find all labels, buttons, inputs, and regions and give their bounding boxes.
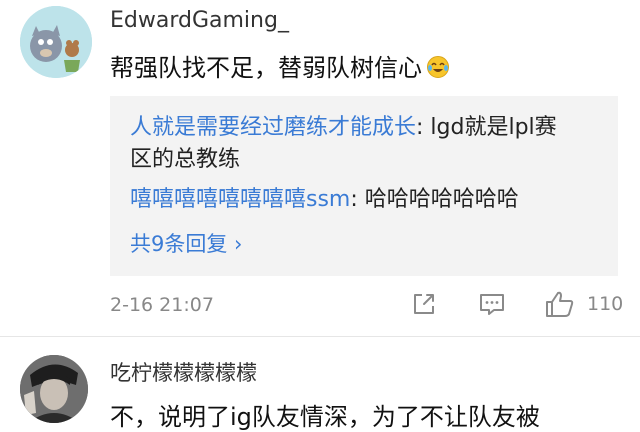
reply-separator: :	[350, 187, 365, 212]
reply-button[interactable]	[478, 290, 506, 318]
laughing-crying-emoji-icon	[426, 55, 450, 85]
comment-username[interactable]: EdwardGaming_	[110, 8, 289, 33]
thumbs-up-icon	[546, 291, 574, 317]
avatar[interactable]	[20, 355, 88, 423]
comment-icon	[480, 294, 504, 315]
reply-separator: :	[416, 115, 431, 140]
cartoon-avatar-icon	[20, 6, 92, 78]
comment-username[interactable]: 吃柠檬檬檬檬檬	[110, 357, 257, 387]
comment-text-body: 帮强队找不足，替弱队树信心	[110, 54, 422, 82]
comment-text: 帮强队找不足，替弱队树信心	[110, 48, 450, 85]
comment-timestamp: 2-16 21:07	[110, 294, 214, 316]
comment-item: EdwardGaming_ 帮强队找不足，替弱队树信心 人就是需要经过磨练才能成…	[0, 0, 640, 336]
like-button[interactable]: 110	[545, 290, 623, 318]
reply-preview-box[interactable]: 人就是需要经过磨练才能成长: lgd就是lpl赛 区的总教练 嘻嘻嘻嘻嘻嘻嘻嘻s…	[110, 96, 618, 276]
reply-text-line2: 区的总教练	[130, 147, 241, 172]
comment-item: 吃柠檬檬檬檬檬 不，说明了ig队友情深，为了不让队友被	[0, 337, 640, 431]
photo-avatar-icon	[20, 355, 88, 423]
share-icon	[414, 294, 434, 314]
reply-text-line1: lgd就是lpl赛	[430, 115, 557, 140]
reply-author[interactable]: 人就是需要经过磨练才能成长	[130, 115, 416, 140]
reply-text-line1: 哈哈哈哈哈哈哈	[364, 187, 519, 212]
reply-item[interactable]: 嘻嘻嘻嘻嘻嘻嘻嘻ssm: 哈哈哈哈哈哈哈	[130, 184, 519, 216]
comment-text: 不，说明了ig队友情深，为了不让队友被	[110, 403, 540, 431]
avatar[interactable]	[20, 6, 92, 78]
more-replies-link[interactable]: 共9条回复 ›	[130, 228, 242, 258]
reply-item[interactable]: 人就是需要经过磨练才能成长: lgd就是lpl赛 区的总教练	[130, 112, 557, 176]
reply-author[interactable]: 嘻嘻嘻嘻嘻嘻嘻嘻ssm	[130, 187, 350, 212]
like-count: 110	[587, 293, 624, 315]
share-button[interactable]	[410, 290, 438, 318]
